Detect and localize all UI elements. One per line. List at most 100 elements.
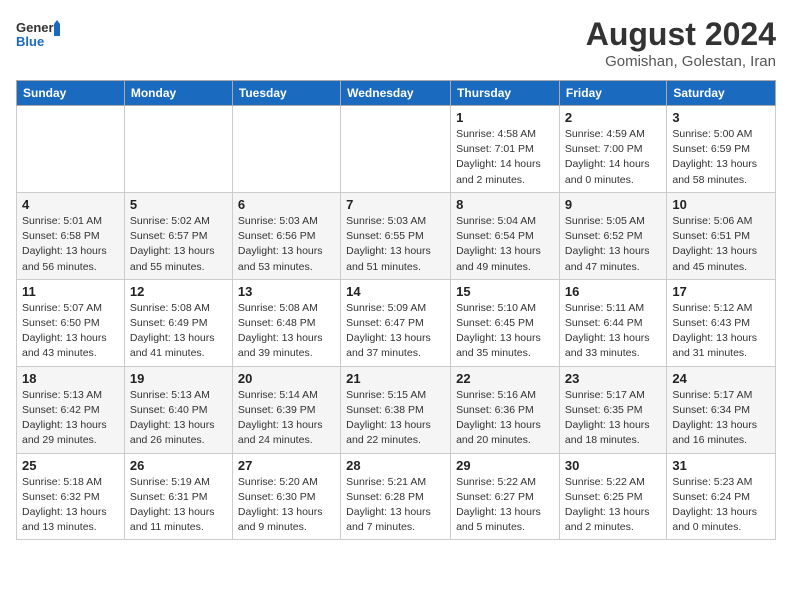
calendar-cell: 5 Sunrise: 5:02 AM Sunset: 6:57 PM Daylig… (124, 192, 232, 279)
calendar-cell: 7 Sunrise: 5:03 AM Sunset: 6:55 PM Daylig… (341, 192, 451, 279)
calendar-cell: 30 Sunrise: 5:22 AM Sunset: 6:25 PM Dayli… (559, 453, 666, 540)
day-number: 14 (346, 284, 445, 299)
day-info: Sunrise: 5:02 AM Sunset: 6:57 PM Dayligh… (130, 214, 227, 275)
calendar-cell: 26 Sunrise: 5:19 AM Sunset: 6:31 PM Dayli… (124, 453, 232, 540)
day-number: 26 (130, 458, 227, 473)
day-info: Sunrise: 5:16 AM Sunset: 6:36 PM Dayligh… (456, 388, 554, 449)
day-info: Sunrise: 5:20 AM Sunset: 6:30 PM Dayligh… (238, 475, 335, 536)
calendar-body: 1Sunrise: 4:58 AM Sunset: 7:01 PM Daylig… (17, 106, 776, 540)
logo-icon: General Blue (16, 16, 60, 52)
calendar-cell: 18 Sunrise: 5:13 AM Sunset: 6:42 PM Dayli… (17, 366, 125, 453)
calendar-week-5: 25Sunrise: 5:18 AM Sunset: 6:32 PM Dayli… (17, 453, 776, 540)
calendar-cell (124, 106, 232, 193)
day-number: 24 (672, 371, 770, 386)
day-info: Sunrise: 5:13 AM Sunset: 6:42 PM Dayligh… (22, 388, 119, 449)
day-number: 9 (565, 197, 661, 212)
calendar-cell: 16Sunrise: 5:11 AM Sunset: 6:44 PM Dayli… (559, 279, 666, 366)
day-info: Sunrise: 5:12 AM Sunset: 6:43 PM Dayligh… (672, 301, 770, 362)
calendar-cell: 22 Sunrise: 5:16 AM Sunset: 6:36 PM Dayli… (451, 366, 560, 453)
calendar-week-1: 1Sunrise: 4:58 AM Sunset: 7:01 PM Daylig… (17, 106, 776, 193)
calendar-cell: 15Sunrise: 5:10 AM Sunset: 6:45 PM Dayli… (451, 279, 560, 366)
calendar-cell: 12Sunrise: 5:08 AM Sunset: 6:49 PM Dayli… (124, 279, 232, 366)
calendar-cell: 11 Sunrise: 5:07 AM Sunset: 6:50 PM Dayli… (17, 279, 125, 366)
calendar-cell: 4 Sunrise: 5:01 AM Sunset: 6:58 PM Daylig… (17, 192, 125, 279)
page-header: General Blue August 2024 Gomishan, Goles… (16, 16, 776, 70)
calendar-cell: 25Sunrise: 5:18 AM Sunset: 6:32 PM Dayli… (17, 453, 125, 540)
calendar-cell: 29 Sunrise: 5:22 AM Sunset: 6:27 PM Dayli… (451, 453, 560, 540)
day-info: Sunrise: 5:03 AM Sunset: 6:56 PM Dayligh… (238, 214, 335, 275)
weekday-header-monday: Monday (124, 81, 232, 106)
calendar-subtitle: Gomishan, Golestan, Iran (586, 53, 776, 70)
calendar-title: August 2024 (586, 16, 776, 53)
day-number: 20 (238, 371, 335, 386)
weekday-header-friday: Friday (559, 81, 666, 106)
day-info: Sunrise: 5:21 AM Sunset: 6:28 PM Dayligh… (346, 475, 445, 536)
day-info: Sunrise: 5:14 AM Sunset: 6:39 PM Dayligh… (238, 388, 335, 449)
day-info: Sunrise: 5:07 AM Sunset: 6:50 PM Dayligh… (22, 301, 119, 362)
day-number: 23 (565, 371, 661, 386)
calendar-cell: 14Sunrise: 5:09 AM Sunset: 6:47 PM Dayli… (341, 279, 451, 366)
day-info: Sunrise: 5:03 AM Sunset: 6:55 PM Dayligh… (346, 214, 445, 275)
day-info: Sunrise: 4:58 AM Sunset: 7:01 PM Dayligh… (456, 127, 554, 188)
day-number: 6 (238, 197, 335, 212)
calendar-cell: 2 Sunrise: 4:59 AM Sunset: 7:00 PM Daylig… (559, 106, 666, 193)
calendar-cell (17, 106, 125, 193)
calendar-cell: 13 Sunrise: 5:08 AM Sunset: 6:48 PM Dayli… (232, 279, 340, 366)
weekday-header-row: SundayMondayTuesdayWednesdayThursdayFrid… (17, 81, 776, 106)
calendar-cell: 28 Sunrise: 5:21 AM Sunset: 6:28 PM Dayli… (341, 453, 451, 540)
day-info: Sunrise: 5:11 AM Sunset: 6:44 PM Dayligh… (565, 301, 661, 362)
day-number: 13 (238, 284, 335, 299)
weekday-header-tuesday: Tuesday (232, 81, 340, 106)
weekday-header-wednesday: Wednesday (341, 81, 451, 106)
day-number: 21 (346, 371, 445, 386)
calendar-cell: 1Sunrise: 4:58 AM Sunset: 7:01 PM Daylig… (451, 106, 560, 193)
day-number: 30 (565, 458, 661, 473)
day-info: Sunrise: 5:19 AM Sunset: 6:31 PM Dayligh… (130, 475, 227, 536)
calendar-header: SundayMondayTuesdayWednesdayThursdayFrid… (17, 81, 776, 106)
day-number: 29 (456, 458, 554, 473)
day-info: Sunrise: 5:08 AM Sunset: 6:48 PM Dayligh… (238, 301, 335, 362)
day-number: 18 (22, 371, 119, 386)
svg-text:Blue: Blue (16, 34, 44, 49)
day-info: Sunrise: 5:23 AM Sunset: 6:24 PM Dayligh… (672, 475, 770, 536)
calendar-cell: 21 Sunrise: 5:15 AM Sunset: 6:38 PM Dayli… (341, 366, 451, 453)
day-info: Sunrise: 5:00 AM Sunset: 6:59 PM Dayligh… (672, 127, 770, 188)
day-info: Sunrise: 5:15 AM Sunset: 6:38 PM Dayligh… (346, 388, 445, 449)
day-info: Sunrise: 5:05 AM Sunset: 6:52 PM Dayligh… (565, 214, 661, 275)
day-number: 25 (22, 458, 119, 473)
logo: General Blue (16, 16, 60, 52)
day-number: 11 (22, 284, 119, 299)
day-number: 2 (565, 110, 661, 125)
weekday-header-sunday: Sunday (17, 81, 125, 106)
calendar-cell (232, 106, 340, 193)
day-info: Sunrise: 5:22 AM Sunset: 6:27 PM Dayligh… (456, 475, 554, 536)
day-number: 4 (22, 197, 119, 212)
calendar-week-4: 18 Sunrise: 5:13 AM Sunset: 6:42 PM Dayli… (17, 366, 776, 453)
calendar-cell: 31 Sunrise: 5:23 AM Sunset: 6:24 PM Dayli… (667, 453, 776, 540)
calendar-cell: 6 Sunrise: 5:03 AM Sunset: 6:56 PM Daylig… (232, 192, 340, 279)
day-number: 17 (672, 284, 770, 299)
day-info: Sunrise: 5:17 AM Sunset: 6:34 PM Dayligh… (672, 388, 770, 449)
calendar-cell: 9 Sunrise: 5:05 AM Sunset: 6:52 PM Daylig… (559, 192, 666, 279)
calendar-cell: 23Sunrise: 5:17 AM Sunset: 6:35 PM Dayli… (559, 366, 666, 453)
day-number: 27 (238, 458, 335, 473)
day-number: 7 (346, 197, 445, 212)
day-number: 31 (672, 458, 770, 473)
day-info: Sunrise: 5:22 AM Sunset: 6:25 PM Dayligh… (565, 475, 661, 536)
day-info: Sunrise: 5:08 AM Sunset: 6:49 PM Dayligh… (130, 301, 227, 362)
day-info: Sunrise: 4:59 AM Sunset: 7:00 PM Dayligh… (565, 127, 661, 188)
day-number: 15 (456, 284, 554, 299)
day-number: 19 (130, 371, 227, 386)
day-number: 22 (456, 371, 554, 386)
calendar-cell: 17 Sunrise: 5:12 AM Sunset: 6:43 PM Dayli… (667, 279, 776, 366)
calendar-cell: 20 Sunrise: 5:14 AM Sunset: 6:39 PM Dayli… (232, 366, 340, 453)
calendar-table: SundayMondayTuesdayWednesdayThursdayFrid… (16, 80, 776, 540)
day-number: 5 (130, 197, 227, 212)
weekday-header-saturday: Saturday (667, 81, 776, 106)
svg-text:General: General (16, 20, 60, 35)
day-number: 10 (672, 197, 770, 212)
day-number: 28 (346, 458, 445, 473)
calendar-cell: 19Sunrise: 5:13 AM Sunset: 6:40 PM Dayli… (124, 366, 232, 453)
day-info: Sunrise: 5:01 AM Sunset: 6:58 PM Dayligh… (22, 214, 119, 275)
calendar-cell (341, 106, 451, 193)
